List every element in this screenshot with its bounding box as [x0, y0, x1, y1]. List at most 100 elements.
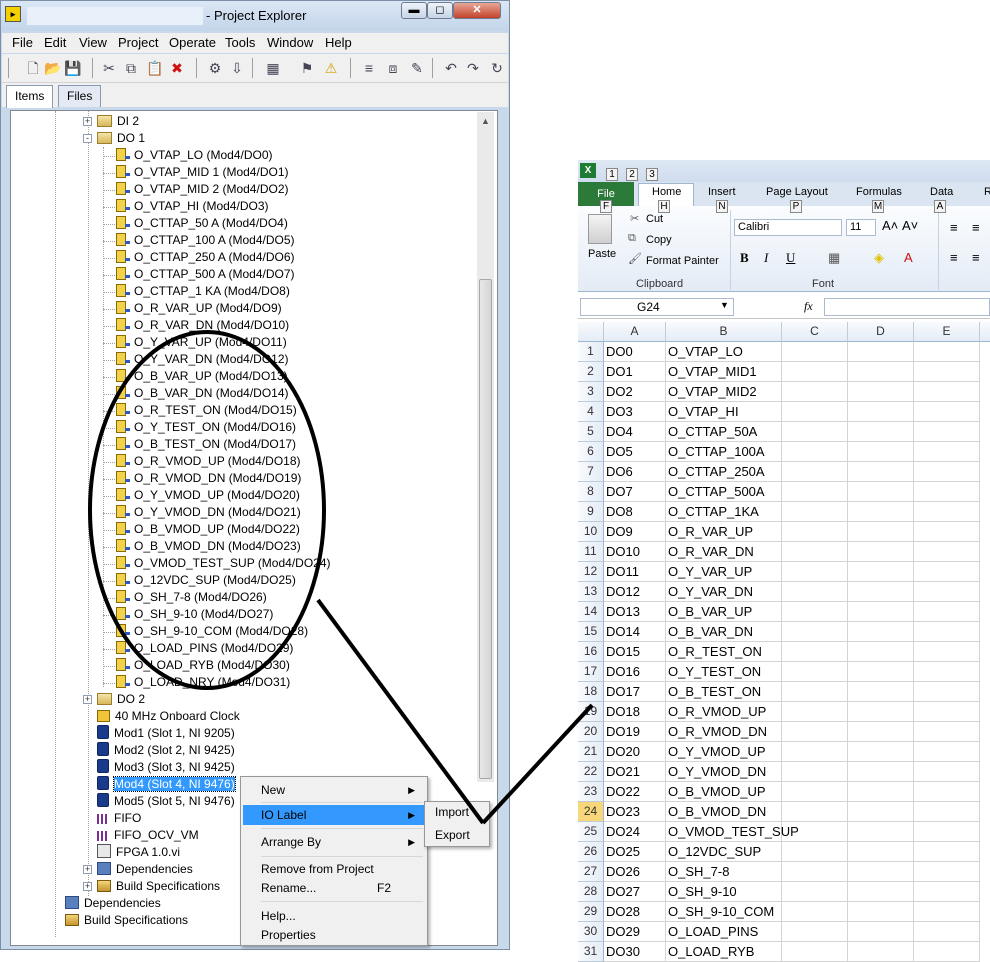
tree-item-do-channel[interactable]: O_Y_TEST_ON (Mod4/DO16)	[113, 419, 296, 436]
cell-b[interactable]: O_CTTAP_250A	[666, 462, 782, 482]
cell-a[interactable]: DO13	[604, 602, 666, 622]
cell-a[interactable]: DO12	[604, 582, 666, 602]
cell-empty[interactable]	[782, 682, 848, 702]
borders-icon[interactable]: ▦	[828, 250, 840, 266]
tree-item-module[interactable]: Mod1 (Slot 1, NI 9205)	[97, 725, 235, 742]
cell-empty[interactable]	[848, 702, 914, 722]
row-header[interactable]: 27	[578, 862, 604, 882]
cell-empty[interactable]	[848, 582, 914, 602]
tab-page-layout[interactable]: Page Layout	[766, 186, 828, 198]
cell-empty[interactable]	[782, 442, 848, 462]
cell-empty[interactable]	[914, 342, 980, 362]
row-header[interactable]: 1	[578, 342, 604, 362]
tab-insert[interactable]: Insert	[708, 186, 736, 198]
tree-item-do-channel[interactable]: O_B_VMOD_DN (Mod4/DO23)	[113, 538, 301, 555]
tree-item-dependencies[interactable]: Dependencies	[65, 895, 161, 912]
tree-item-build-specs[interactable]: Build Specifications	[65, 912, 188, 929]
cell-empty[interactable]	[848, 542, 914, 562]
expand-icon[interactable]: +	[83, 695, 92, 704]
cell-empty[interactable]	[848, 642, 914, 662]
tree-item-do-channel[interactable]: O_Y_VAR_DN (Mod4/DO12)	[113, 351, 289, 368]
cell-b[interactable]: O_VTAP_MID2	[666, 382, 782, 402]
expand-icon[interactable]: +	[83, 865, 92, 874]
cell-empty[interactable]	[914, 722, 980, 742]
cell-empty[interactable]	[782, 542, 848, 562]
cell-empty[interactable]	[848, 342, 914, 362]
cell-empty[interactable]	[782, 462, 848, 482]
column-header[interactable]: E	[914, 322, 980, 342]
cell-empty[interactable]	[782, 782, 848, 802]
cell-a[interactable]: DO25	[604, 842, 666, 862]
align-left-icon[interactable]: ≡	[950, 250, 958, 265]
cell-empty[interactable]	[914, 702, 980, 722]
tree-item-do-channel[interactable]: O_12VDC_SUP (Mod4/DO25)	[113, 572, 296, 589]
tree-item-fifo[interactable]: FIFO	[97, 810, 141, 827]
tree-item-do-channel[interactable]: O_Y_VAR_UP (Mod4/DO11)	[113, 334, 287, 351]
redo-icon[interactable]: ↷	[464, 59, 482, 77]
cell-b[interactable]: O_Y_VMOD_DN	[666, 762, 782, 782]
cell-a[interactable]: DO19	[604, 722, 666, 742]
row-header[interactable]: 20	[578, 722, 604, 742]
tree-item-do2[interactable]: DO 2	[97, 691, 145, 708]
row-header[interactable]: 9	[578, 502, 604, 522]
tab-formulas[interactable]: Formulas	[856, 186, 902, 198]
cell-a[interactable]: DO22	[604, 782, 666, 802]
paste-button[interactable]: Paste	[588, 248, 616, 260]
cell-b[interactable]: O_SH_7-8	[666, 862, 782, 882]
row-header[interactable]: 4	[578, 402, 604, 422]
menu-edit[interactable]: Edit	[44, 35, 66, 50]
cell-a[interactable]: DO27	[604, 882, 666, 902]
cell-empty[interactable]	[914, 442, 980, 462]
cell-b[interactable]: O_R_VAR_UP	[666, 522, 782, 542]
delete-icon[interactable]: ✖	[168, 59, 186, 77]
tree-item-do-channel[interactable]: O_R_VMOD_UP (Mod4/DO18)	[113, 453, 301, 470]
cell-empty[interactable]	[914, 642, 980, 662]
tree-item-do-channel[interactable]: O_VTAP_MID 2 (Mod4/DO2)	[113, 181, 289, 198]
tree-item-do-channel[interactable]: O_Y_VMOD_DN (Mod4/DO21)	[113, 504, 301, 521]
row-header[interactable]: 30	[578, 922, 604, 942]
tree-item-di2[interactable]: DI 2	[97, 113, 139, 130]
menu-view[interactable]: View	[79, 35, 107, 50]
tree-item-module[interactable]: Mod3 (Slot 3, NI 9425)	[97, 759, 235, 776]
cut-icon[interactable]: ✂	[630, 212, 639, 225]
shrink-font-icon[interactable]: A˅	[902, 218, 918, 233]
cell-empty[interactable]	[848, 462, 914, 482]
align-center-icon[interactable]: ≡	[972, 250, 980, 265]
row-header[interactable]: 12	[578, 562, 604, 582]
copy-button[interactable]: Copy	[646, 234, 672, 246]
cell-b[interactable]: O_B_VMOD_DN	[666, 802, 782, 822]
row-header[interactable]: 25	[578, 822, 604, 842]
menu-new[interactable]: New ▶	[243, 780, 425, 800]
cell-b[interactable]: O_VTAP_LO	[666, 342, 782, 362]
maximize-button[interactable]: ◻	[427, 2, 453, 19]
cell-a[interactable]: DO29	[604, 922, 666, 942]
tree-item-do1[interactable]: DO 1	[97, 130, 145, 147]
cell-b[interactable]: O_VTAP_HI	[666, 402, 782, 422]
tree-item-do-channel[interactable]: O_SH_9-10 (Mod4/DO27)	[113, 606, 273, 623]
paste-icon[interactable]: 📋	[146, 59, 164, 77]
cell-b[interactable]: O_B_VAR_UP	[666, 602, 782, 622]
cell-b[interactable]: O_SH_9-10_COM	[666, 902, 782, 922]
cell-b[interactable]: O_Y_VAR_UP	[666, 562, 782, 582]
cell-empty[interactable]	[782, 482, 848, 502]
row-header[interactable]: 7	[578, 462, 604, 482]
cell-a[interactable]: DO20	[604, 742, 666, 762]
cell-a[interactable]: DO15	[604, 642, 666, 662]
row-header[interactable]: 6	[578, 442, 604, 462]
cell-a[interactable]: DO6	[604, 462, 666, 482]
cell-empty[interactable]	[914, 422, 980, 442]
align-top-icon[interactable]: ≡	[950, 220, 958, 235]
menu-window[interactable]: Window	[267, 35, 313, 50]
filter-icon[interactable]: ⚑	[298, 59, 316, 77]
cell-a[interactable]: DO16	[604, 662, 666, 682]
cell-empty[interactable]	[848, 742, 914, 762]
cell-a[interactable]: DO3	[604, 402, 666, 422]
cell-empty[interactable]	[782, 522, 848, 542]
props-icon[interactable]: ✎	[408, 59, 426, 77]
menu-help[interactable]: Help...	[243, 906, 425, 926]
fill-color-icon[interactable]: ◈	[874, 250, 884, 266]
format-painter-icon[interactable]: 🖌	[628, 252, 642, 265]
cell-empty[interactable]	[782, 662, 848, 682]
cell-empty[interactable]	[848, 662, 914, 682]
cell-a[interactable]: DO17	[604, 682, 666, 702]
